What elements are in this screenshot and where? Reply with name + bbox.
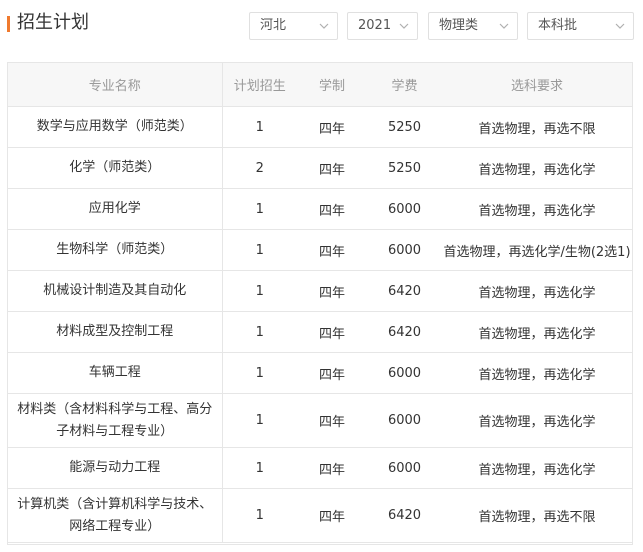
cell-plan: 1: [222, 188, 297, 230]
cell-tuition: 6420: [367, 270, 442, 312]
cell-tuition: 6420: [367, 311, 442, 353]
cell-subject-requirement: 首选物理，再选化学: [442, 270, 632, 312]
cell-subject-requirement: 首选物理，再选化学: [442, 352, 632, 394]
cell-duration: 四年: [297, 106, 367, 148]
cell-major: 材料成型及控制工程: [8, 311, 223, 353]
cell-subject-requirement: 首选物理，再选化学: [442, 311, 632, 353]
chevron-down-icon: [319, 23, 329, 29]
cell-subject-requirement: 首选物理，再选化学: [442, 393, 632, 448]
chevron-down-icon: [615, 23, 625, 29]
subject-select[interactable]: 物理类: [428, 12, 518, 40]
cell-duration: 四年: [297, 188, 367, 230]
page-title: 招生计划: [17, 12, 89, 33]
table-row: 计算机类（含计算机科学与技术、网络工程专业） 1 四年 6420 首选物理，再选…: [8, 488, 632, 543]
cell-tuition: 5250: [367, 106, 442, 148]
table-row: 材料成型及控制工程 1 四年 6420 首选物理，再选化学: [8, 311, 632, 353]
table-row: 能源与动力工程 1 四年 6000 首选物理，再选化学: [8, 447, 632, 489]
column-header-subject-requirement: 选科要求: [442, 63, 632, 107]
cell-tuition: 6000: [367, 188, 442, 230]
cell-major: 能源与动力工程: [8, 447, 223, 489]
column-header-major: 专业名称: [8, 63, 223, 107]
cell-subject-requirement: 首选物理，再选不限: [442, 488, 632, 543]
page-header: 招生计划 河北 2021 物理类 本科批: [0, 0, 643, 52]
table-row: 应用化学 1 四年 6000 首选物理，再选化学: [8, 188, 632, 230]
cell-plan: 1: [222, 311, 297, 353]
cell-plan: 1: [222, 393, 297, 448]
cell-duration: 四年: [297, 311, 367, 353]
chevron-down-icon: [499, 23, 509, 29]
batch-select-value: 本科批: [538, 18, 578, 33]
cell-tuition: 6420: [367, 488, 442, 543]
cell-duration: 四年: [297, 270, 367, 312]
cell-duration: 四年: [297, 488, 367, 543]
cell-plan: 1: [222, 447, 297, 489]
cell-tuition: 6000: [367, 447, 442, 489]
cell-plan: 1: [222, 270, 297, 312]
cell-subject-requirement: 首选物理，再选化学/生物(2选1): [442, 229, 632, 271]
cell-major: 应用化学: [8, 188, 223, 230]
cell-plan: 2: [222, 147, 297, 189]
table-row: 生物科学（师范类） 1 四年 6000 首选物理，再选化学/生物(2选1): [8, 229, 632, 271]
table-row: 车辆工程 1 四年 6000 首选物理，再选化学: [8, 352, 632, 394]
province-select-value: 河北: [260, 18, 287, 33]
cell-duration: 四年: [297, 147, 367, 189]
cell-duration: 四年: [297, 393, 367, 448]
batch-select[interactable]: 本科批: [527, 12, 634, 40]
cell-major: 计算机类（含计算机科学与技术、网络工程专业）: [8, 488, 223, 543]
table-row: 材料类（含材料科学与工程、高分子材料与工程专业） 1 四年 6000 首选物理，…: [8, 393, 632, 448]
cell-tuition: 6000: [367, 229, 442, 271]
cell-subject-requirement: 首选物理，再选化学: [442, 447, 632, 489]
cell-tuition: 6000: [367, 352, 442, 394]
table-row: 机械设计制造及其自动化 1 四年 6420 首选物理，再选化学: [8, 270, 632, 312]
cell-major: 化学（师范类）: [8, 147, 223, 189]
column-header-tuition: 学费: [367, 63, 442, 107]
table-header-row: 专业名称 计划招生 学制 学费 选科要求: [8, 63, 632, 107]
cell-subject-requirement: 首选物理，再选化学: [442, 147, 632, 189]
chevron-down-icon: [399, 23, 409, 29]
cell-duration: 四年: [297, 447, 367, 489]
cell-tuition: 5250: [367, 147, 442, 189]
cell-major: 车辆工程: [8, 352, 223, 394]
cell-major: 数学与应用数学（师范类）: [8, 106, 223, 148]
province-select[interactable]: 河北: [249, 12, 338, 40]
enrollment-plan-table: 专业名称 计划招生 学制 学费 选科要求 数学与应用数学（师范类） 1 四年 5…: [7, 62, 633, 545]
cell-major: 生物科学（师范类）: [8, 229, 223, 271]
column-header-plan: 计划招生: [222, 63, 297, 107]
cell-tuition: 6000: [367, 393, 442, 448]
cell-subject-requirement: 首选物理，再选化学: [442, 188, 632, 230]
cell-plan: 1: [222, 352, 297, 394]
cell-duration: 四年: [297, 352, 367, 394]
table-row: 化学（师范类） 2 四年 5250 首选物理，再选化学: [8, 147, 632, 189]
table-row: 数学与应用数学（师范类） 1 四年 5250 首选物理，再选不限: [8, 106, 632, 148]
column-header-duration: 学制: [297, 63, 367, 107]
title-accent-bar: [7, 16, 10, 32]
year-select-value: 2021: [358, 18, 392, 33]
cell-subject-requirement: 首选物理，再选不限: [442, 106, 632, 148]
cell-duration: 四年: [297, 229, 367, 271]
cell-plan: 1: [222, 488, 297, 543]
year-select[interactable]: 2021: [347, 12, 418, 40]
subject-select-value: 物理类: [439, 18, 479, 33]
cell-plan: 1: [222, 229, 297, 271]
cell-major: 机械设计制造及其自动化: [8, 270, 223, 312]
cell-major: 材料类（含材料科学与工程、高分子材料与工程专业）: [8, 393, 223, 448]
cell-plan: 1: [222, 106, 297, 148]
